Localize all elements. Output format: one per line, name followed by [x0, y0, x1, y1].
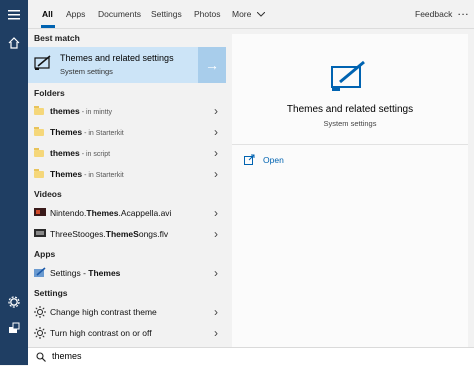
chevron-right-icon[interactable]: ›	[214, 267, 218, 279]
folder-icon	[34, 168, 46, 180]
folder-icon	[34, 105, 46, 117]
list-item[interactable]: Change high contrast theme ›	[28, 302, 226, 322]
folder-name: themes	[50, 106, 80, 116]
start-rail	[0, 0, 28, 365]
video-file-icon	[34, 228, 46, 240]
list-item[interactable]: Turn high contrast on or off ›	[28, 323, 226, 343]
folder-icon	[34, 147, 46, 159]
setting-label: Turn high contrast on or off	[50, 328, 152, 338]
folder-location: - in Starterkit	[82, 130, 124, 137]
video-name-prefix: Nintendo.	[50, 208, 87, 218]
detail-title: Themes and related settings	[286, 104, 414, 115]
active-tab-indicator	[41, 25, 55, 28]
paintbrush-monitor-icon	[330, 60, 368, 96]
list-item[interactable]: themes - in mintty ›	[28, 101, 226, 121]
chevron-right-icon[interactable]: ›	[214, 105, 218, 117]
app-name-prefix: Settings -	[50, 268, 89, 278]
home-icon[interactable]	[7, 36, 21, 50]
folder-icon	[34, 126, 46, 138]
ellipsis-icon[interactable]: ···	[458, 0, 470, 28]
folder-location: - in mintty	[79, 109, 113, 116]
user-icon[interactable]	[7, 321, 21, 335]
list-item[interactable]: Themes - in Starterkit ›	[28, 164, 226, 184]
feedback-link[interactable]: Feedback	[415, 0, 452, 28]
video-name-match: Themes	[86, 208, 119, 218]
detail-subtitle: System settings	[323, 119, 377, 128]
folder-name: Themes	[50, 169, 83, 179]
search-icon	[36, 352, 46, 362]
tab-more-label: More	[232, 9, 252, 19]
open-action[interactable]: Open	[244, 154, 284, 165]
video-name-suffix: ongs.flv	[138, 229, 169, 239]
chevron-right-icon[interactable]: ›	[214, 306, 218, 318]
chevron-right-icon[interactable]: ›	[214, 228, 218, 240]
open-external-icon	[244, 154, 255, 165]
arrow-right-icon: →	[205, 57, 219, 73]
app-name-match: Themes	[88, 268, 121, 278]
folder-name: themes	[50, 148, 80, 158]
divider	[232, 144, 468, 145]
best-match-title: Themes and related settings	[60, 53, 174, 63]
results-list: Best match Themes and related settings S…	[28, 29, 226, 347]
chevron-right-icon[interactable]: ›	[214, 207, 218, 219]
search-box[interactable]: themes	[28, 347, 474, 366]
folder-location: - in script	[79, 151, 111, 158]
hamburger-menu-icon[interactable]	[7, 8, 21, 22]
tab-apps[interactable]: Apps	[66, 0, 85, 28]
folder-location: - in Starterkit	[82, 172, 124, 179]
list-item[interactable]: Themes - in Starterkit ›	[28, 122, 226, 142]
list-item[interactable]: ThreeStooges.ThemeSongs.flv ›	[28, 224, 226, 244]
section-videos: Videos	[34, 189, 62, 199]
best-match-item[interactable]: Themes and related settings System setti…	[28, 47, 226, 83]
brightness-icon	[34, 327, 46, 339]
chevron-right-icon[interactable]: ›	[214, 168, 218, 180]
video-name-match: ThemeS	[105, 229, 139, 239]
chevron-right-icon[interactable]: ›	[214, 147, 218, 159]
video-file-icon	[34, 207, 46, 219]
tab-settings[interactable]: Settings	[151, 0, 182, 28]
video-name-prefix: ThreeStooges.	[50, 229, 106, 239]
list-item[interactable]: Nintendo.Themes.Acappella.avi ›	[28, 203, 226, 223]
brightness-icon	[34, 306, 46, 318]
video-name-suffix: .Acappella.avi	[118, 208, 172, 218]
paintbrush-monitor-icon	[34, 55, 52, 73]
tab-photos[interactable]: Photos	[194, 0, 220, 28]
gear-icon[interactable]	[7, 295, 21, 309]
themes-app-icon	[34, 267, 46, 279]
section-apps: Apps	[34, 249, 56, 259]
search-filter-tabs: All Apps Documents Settings Photos More …	[28, 0, 474, 29]
detail-pane: Themes and related settings System setti…	[232, 34, 468, 347]
list-item[interactable]: themes - in script ›	[28, 143, 226, 163]
section-best-match: Best match	[34, 33, 80, 43]
tab-documents[interactable]: Documents	[98, 0, 141, 28]
chevron-right-icon[interactable]: ›	[214, 327, 218, 339]
tab-more[interactable]: More	[232, 0, 266, 28]
section-folders: Folders	[34, 88, 65, 98]
setting-label: Change high contrast theme	[50, 307, 157, 317]
tab-all[interactable]: All	[42, 0, 53, 28]
best-match-subtitle: System settings	[60, 67, 113, 76]
folder-name: Themes	[50, 127, 83, 137]
open-arrow-button[interactable]: →	[198, 47, 226, 83]
chevron-right-icon[interactable]: ›	[214, 126, 218, 138]
chevron-down-icon	[256, 11, 266, 17]
search-input[interactable]: themes	[52, 351, 82, 361]
list-item[interactable]: Settings - Themes ›	[28, 263, 226, 283]
open-label: Open	[263, 154, 284, 165]
section-settings: Settings	[34, 288, 68, 298]
